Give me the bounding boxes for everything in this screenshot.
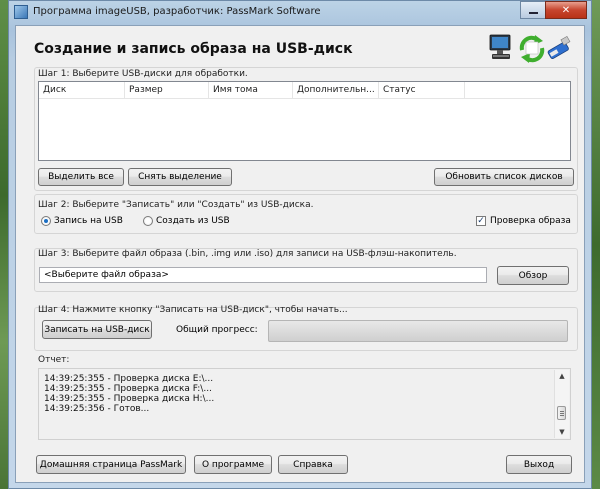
- client-area: Создание и запись образа на USB-диск Шаг…: [15, 25, 585, 483]
- passmark-home-button[interactable]: Домашняя страница PassMark: [36, 455, 186, 474]
- column-volume-name[interactable]: Имя тома: [209, 82, 293, 98]
- scroll-thumb[interactable]: [557, 406, 566, 420]
- create-from-usb-radio[interactable]: [143, 216, 153, 226]
- close-icon: ✕: [561, 4, 571, 16]
- page-title: Создание и запись образа на USB-диск: [34, 41, 353, 57]
- step4-label: Шаг 4: Нажмите кнопку "Записать на USB-д…: [38, 305, 348, 315]
- write-usb-radio[interactable]: [41, 216, 51, 226]
- select-all-button[interactable]: Выделить все: [38, 168, 124, 186]
- log-scrollbar[interactable]: ▲ ▼: [554, 370, 569, 438]
- minimize-icon: [528, 12, 538, 14]
- overall-progress-label: Общий прогресс:: [176, 325, 258, 335]
- verify-image-label[interactable]: Проверка образа: [490, 216, 571, 226]
- column-disk[interactable]: Диск: [39, 82, 125, 98]
- log-line: 14:39:25:355 - Проверка диска E:\...: [44, 374, 214, 384]
- image-file-input[interactable]: <Выберите файл образа>: [39, 267, 487, 283]
- list-header: Диск Размер Имя тома Дополнительн... Ста…: [39, 82, 570, 99]
- computer-icon: [489, 34, 511, 59]
- exit-button[interactable]: Выход: [506, 455, 572, 474]
- column-status[interactable]: Статус: [379, 82, 465, 98]
- create-from-usb-label[interactable]: Создать из USB: [156, 216, 230, 226]
- log-line: 14:39:25:355 - Проверка диска F:\...: [44, 384, 212, 394]
- about-button[interactable]: О программе: [194, 455, 272, 474]
- report-log[interactable]: 14:39:25:355 - Проверка диска E:\... 14:…: [38, 368, 571, 440]
- verify-image-checkbox[interactable]: ✓: [476, 216, 486, 226]
- browse-button[interactable]: Обзор: [497, 266, 569, 285]
- column-size[interactable]: Размер: [125, 82, 209, 98]
- log-lines: 14:39:25:355 - Проверка диска E:\... 14:…: [44, 374, 214, 414]
- column-extra[interactable]: Дополнительн...: [293, 82, 379, 98]
- help-button[interactable]: Справка: [278, 455, 348, 474]
- window-title: Программа imageUSB, разработчик: PassMar…: [33, 6, 321, 17]
- report-label: Отчет:: [38, 355, 70, 365]
- step3-label: Шаг 3: Выберите файл образа (.bin, .img …: [38, 249, 457, 259]
- log-line: 14:39:25:356 - Готов...: [44, 404, 150, 414]
- write-to-usb-button[interactable]: Записать на USB-диск: [42, 320, 152, 339]
- title-bar[interactable]: Программа imageUSB, разработчик: PassMar…: [9, 1, 591, 25]
- close-button[interactable]: ✕: [545, 1, 587, 19]
- step2-label: Шаг 2: Выберите "Записать" или "Создать"…: [38, 200, 314, 210]
- overall-progress-bar: [268, 320, 568, 342]
- log-line: 14:39:25:355 - Проверка диска H:\...: [44, 394, 215, 404]
- scroll-down-icon[interactable]: ▼: [555, 426, 569, 438]
- scroll-up-icon[interactable]: ▲: [555, 370, 569, 382]
- imageusb-window: Программа imageUSB, разработчик: PassMar…: [8, 0, 592, 489]
- deselect-button[interactable]: Снять выделение: [128, 168, 232, 186]
- minimize-button[interactable]: [520, 1, 546, 19]
- usb-drive-icon: [547, 35, 571, 59]
- app-icon: [14, 5, 28, 19]
- usb-drive-list[interactable]: Диск Размер Имя тома Дополнительн... Ста…: [38, 81, 571, 161]
- step1-label: Шаг 1: Выберите USB-диски для обработки.: [38, 69, 248, 79]
- window-controls: ✕: [520, 1, 587, 19]
- write-usb-label[interactable]: Запись на USB: [54, 216, 123, 226]
- header-icons: [489, 34, 571, 63]
- refresh-arrows-icon: [519, 35, 545, 63]
- refresh-disks-button[interactable]: Обновить список дисков: [434, 168, 574, 186]
